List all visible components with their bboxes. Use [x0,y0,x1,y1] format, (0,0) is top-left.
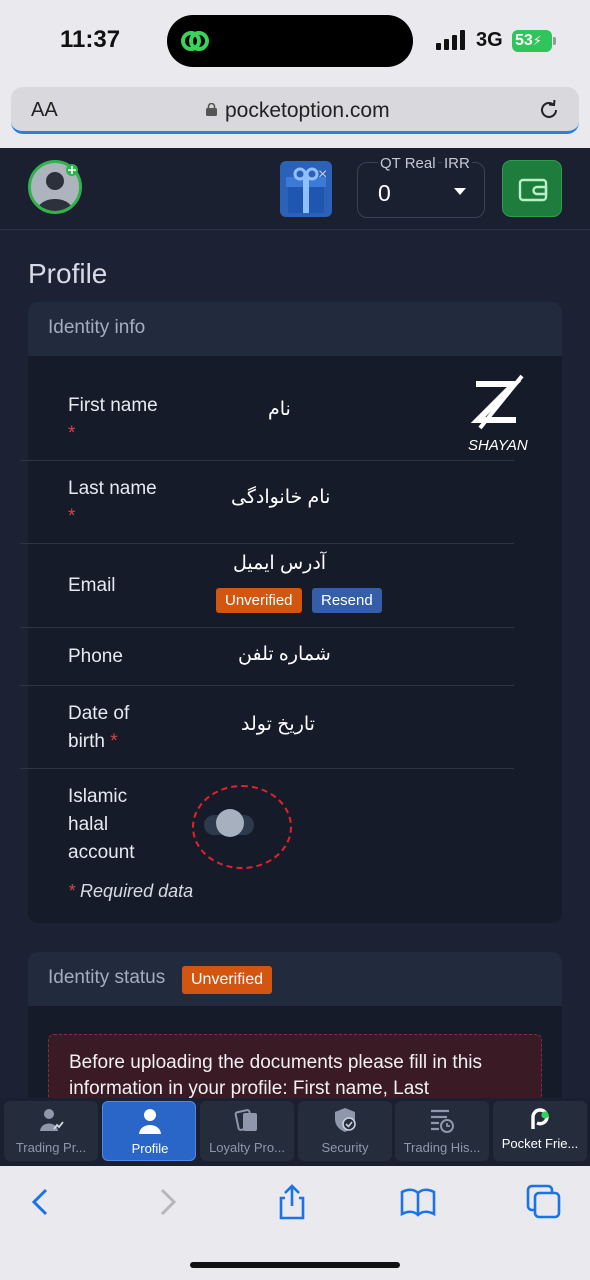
email-label: Email [68,575,116,596]
email-value[interactable]: آدرس ایمیل [233,552,326,575]
trading-profile-icon [40,1109,64,1131]
email-unverified-badge: Unverified [216,588,302,613]
app-header: × QT Real IRR 0 [0,148,590,230]
identity-notice: Before uploading the documents please fi… [48,1034,542,1106]
nav-security[interactable]: Security [298,1101,392,1161]
url-text[interactable]: pocketoption.com [225,99,390,123]
bookmarks-icon[interactable] [400,1184,436,1220]
nav-profile[interactable]: Profile [102,1101,196,1161]
signal-icon [436,30,465,50]
dynamic-island [167,15,413,67]
address-bar-area: AA pocketoption.com [0,82,590,148]
forward-icon[interactable] [150,1184,186,1220]
identity-status-badge: Unverified [182,966,273,994]
nav-trading-history[interactable]: Trading His... [395,1101,489,1161]
nav-label: Trading His... [403,1140,481,1155]
islamic-account-label: Islamic halal account [68,786,135,863]
annotation-circle [192,785,292,869]
required-star: * [68,506,76,527]
nav-label: Profile [131,1141,169,1156]
back-icon[interactable] [22,1184,58,1220]
phone-value[interactable]: شماره تلفن [238,643,331,666]
first-name-value[interactable]: نام [268,398,291,421]
first-name-label: First name * [68,392,158,448]
bottom-nav: Trading Pr... Profile Loyalty Pro... Sec… [0,1098,590,1166]
date-of-birth-value[interactable]: تاریخ تولد [241,713,315,736]
nav-label: Loyalty Pro... [209,1140,285,1155]
identity-status-title: Identity status [48,967,166,988]
last-name-value[interactable]: نام خانوادگی [231,486,330,509]
network-type: 3G [476,29,503,51]
phone-label: Phone [68,646,123,667]
svg-text:SHAYAN: SHAYAN [468,437,528,454]
identity-status-header: Identity status [28,952,562,1006]
gift-close-button[interactable]: × [318,166,327,184]
nav-pocket-friends[interactable]: Pocket Frie... [493,1101,587,1161]
shield-icon [335,1108,356,1132]
battery-icon: 53⚡ [512,30,552,52]
battery-tip [553,37,556,45]
wallet-icon [518,178,548,202]
nav-loyalty-program[interactable]: Loyalty Pro... [200,1101,294,1161]
status-time: 11:37 [60,26,121,53]
nav-label: Trading Pr... [15,1140,87,1155]
last-name-label: Last name * [68,475,157,531]
shayan-watermark-logo: SHAYAN [468,374,528,454]
resend-button[interactable]: Resend [312,588,382,613]
required-star: * [110,731,118,752]
address-bar[interactable]: AA pocketoption.com [11,87,579,134]
required-star: * [68,423,76,444]
lock-icon [206,103,217,116]
sparkle-icon [66,164,78,176]
profile-icon [139,1109,161,1134]
tabs-icon[interactable] [526,1184,562,1220]
required-note: * Required data [68,881,194,901]
nav-label: Security [321,1140,369,1155]
caret-down-icon [454,188,466,195]
reload-icon[interactable] [537,98,561,122]
wallet-button[interactable] [502,160,562,217]
share-icon[interactable] [274,1184,310,1220]
account-balance: 0 [378,180,391,206]
link-icon [181,31,209,51]
identity-info-title: Identity info [28,302,562,356]
history-icon [431,1109,454,1133]
page-title: Profile [28,258,108,289]
battery-level: 53 [515,32,533,49]
text-size-button[interactable]: AA [31,99,58,122]
home-indicator [190,1262,400,1268]
pocket-friends-icon [531,1108,549,1129]
nav-trading-profile[interactable]: Trading Pr... [4,1101,98,1161]
account-selector[interactable]: QT Real IRR 0 [357,155,485,218]
status-bar: 11:37 3G 53⚡ [0,0,590,82]
account-currency: IRR [442,155,472,172]
date-of-birth-label: Date of birth * [68,703,130,752]
loyalty-icon [234,1109,257,1131]
account-type: QT Real [378,155,438,172]
nav-label: Pocket Frie... [501,1136,579,1151]
